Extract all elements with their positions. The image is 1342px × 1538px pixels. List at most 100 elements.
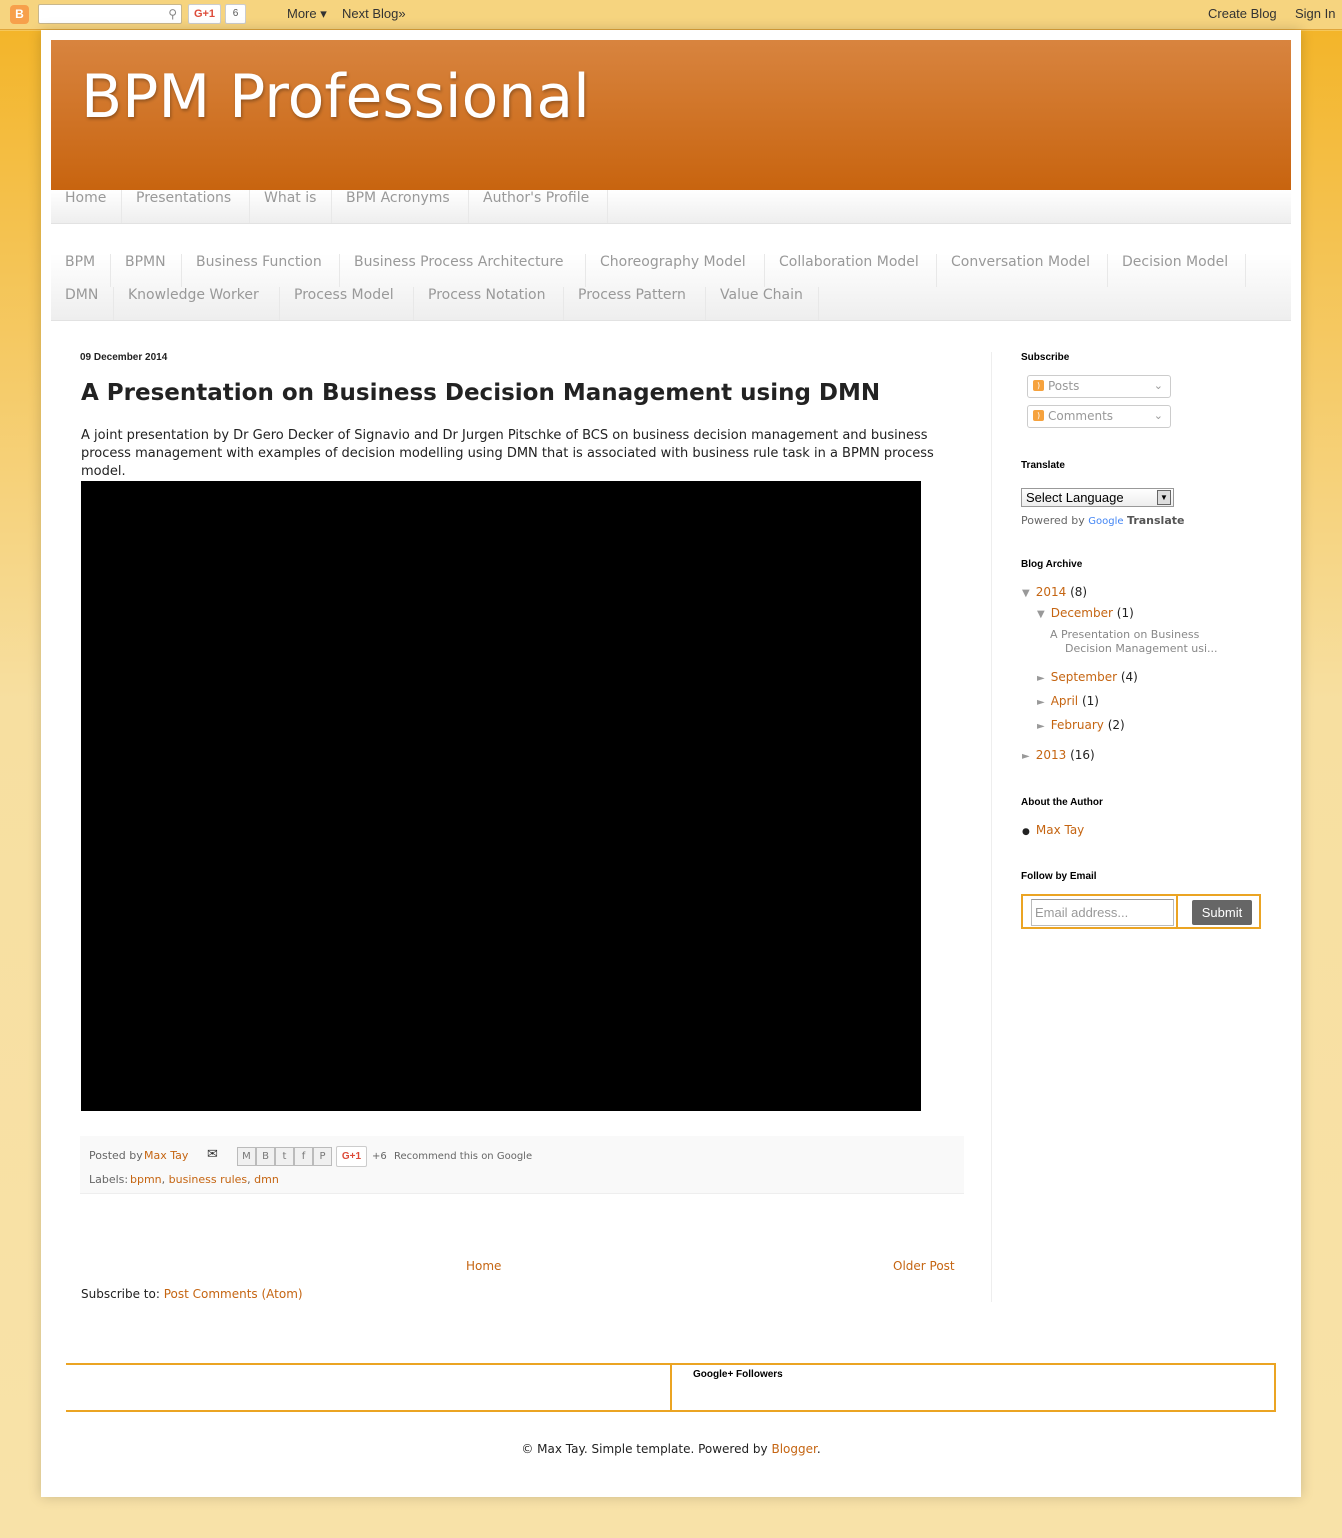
pinterest-icon[interactable]: P [313,1147,332,1166]
post-date: 09 December 2014 [80,352,168,363]
tab-label-business-process-architecture[interactable]: Business Process Architecture [340,254,586,287]
translate-link[interactable]: Translate [1127,514,1184,527]
archive-2013-link[interactable]: 2013 [1036,748,1067,762]
comments-feed-dropdown[interactable]: ) Comments ⌄ [1027,405,1171,428]
archive-year-2014[interactable]: ▼ 2014 (8) [1022,585,1087,599]
email-share-icon[interactable]: M [237,1147,256,1166]
archive-april-link[interactable]: April [1051,694,1078,708]
facebook-icon[interactable]: f [294,1147,313,1166]
expand-triangle-icon[interactable]: ► [1037,721,1045,732]
archive-count: (1) [1116,606,1134,620]
tab-label-knowledge-worker[interactable]: Knowledge Worker [114,287,280,320]
tab-label-process-pattern[interactable]: Process Pattern [564,287,706,320]
collapse-triangle-icon[interactable]: ▼ [1022,588,1030,599]
follow-separator [1176,896,1178,927]
archive-december-link[interactable]: December [1051,606,1113,620]
create-blog-link[interactable]: Create Blog [1208,6,1277,21]
tab-what-is[interactable]: What is [250,190,332,223]
blog-title[interactable]: BPM Professional [81,62,590,132]
chevron-down-icon: ⌄ [1153,379,1163,392]
expand-triangle-icon[interactable]: ► [1037,697,1045,708]
feed-links: Subscribe to: Post Comments (Atom) [81,1287,303,1301]
twitter-icon[interactable]: t [275,1147,294,1166]
gplus-followers-heading: Google+ Followers [693,1369,783,1380]
recommend-text: Recommend this on Google [394,1151,533,1162]
blogthis-icon[interactable]: B [256,1147,275,1166]
tab-label-process-model[interactable]: Process Model [280,287,414,320]
archive-post-line-1: A Presentation on Business [1050,628,1200,641]
posts-feed-label: Posts [1048,379,1080,393]
posts-feed-dropdown[interactable]: ) Posts ⌄ [1027,375,1171,398]
subscribe-heading: Subscribe [1021,352,1070,363]
pager-older-post-link[interactable]: Older Post [893,1259,955,1273]
tab-label-conversation-model[interactable]: Conversation Model [937,254,1108,287]
post-comments-atom-link[interactable]: Post Comments (Atom) [164,1287,303,1301]
gplus-button[interactable]: G+1 [188,4,221,24]
comments-feed-label: Comments [1048,409,1114,423]
archive-count: (4) [1120,670,1138,684]
tab-label-process-notation[interactable]: Process Notation [414,287,564,320]
tab-presentations[interactable]: Presentations [122,190,250,223]
archive-february-link[interactable]: February [1051,718,1104,732]
blogger-logo-icon[interactable]: B [10,5,29,24]
archive-count: (8) [1070,585,1088,599]
archive-month-december[interactable]: ▼ December (1) [1037,606,1134,620]
pager-home-link[interactable]: Home [466,1259,501,1273]
language-select-value: Select Language [1026,490,1124,505]
tab-label-collaboration-model[interactable]: Collaboration Model [765,254,937,287]
email-field[interactable]: Email address... [1031,899,1174,926]
navbar-search-input[interactable]: ⚲ [38,4,182,24]
tab-label-bpmn[interactable]: BPMN [111,254,182,287]
collapse-triangle-icon[interactable]: ▼ [1037,609,1045,620]
google-logo[interactable]: Google [1088,516,1123,527]
archive-post-line-2: Decision Management usi... [1065,642,1218,655]
archive-month-september[interactable]: ► September (4) [1037,670,1138,684]
tab-label-business-function[interactable]: Business Function [182,254,340,287]
archive-month-february[interactable]: ► February (2) [1037,718,1125,732]
sign-in-link[interactable]: Sign In [1295,6,1335,21]
archive-year-2013[interactable]: ► 2013 (16) [1022,748,1095,762]
next-blog-link[interactable]: Next Blog» [342,6,406,21]
search-icon[interactable]: ⚲ [168,7,177,21]
archive-2014-link[interactable]: 2014 [1036,585,1067,599]
email-post-icon[interactable]: ✉ [207,1147,218,1162]
tab-label-choreography-model[interactable]: Choreography Model [586,254,765,287]
archive-month-april[interactable]: ► April (1) [1037,694,1099,708]
tab-label-value-chain[interactable]: Value Chain [706,287,819,320]
follow-email-heading: Follow by Email [1021,871,1097,882]
tab-label-decision-model[interactable]: Decision Model [1108,254,1246,287]
blogger-navbar: B ⚲ G+1 6 More ▾ Next Blog» Create Blog … [0,0,1342,30]
tab-bpm-acronyms[interactable]: BPM Acronyms [332,190,469,223]
archive-september-link[interactable]: September [1051,670,1117,684]
dropdown-arrow-icon[interactable]: ▼ [1157,490,1171,505]
tab-authors-profile[interactable]: Author's Profile [469,190,608,223]
attribution-text: © Max Tay. Simple template. Powered by [521,1442,768,1456]
post-title[interactable]: A Presentation on Business Decision Mana… [81,380,880,406]
about-author-link[interactable]: Max Tay [1036,823,1084,837]
language-select[interactable]: Select Language ▼ [1021,488,1174,507]
pages-tabs: Home Presentations What is BPM Acronyms … [51,190,1291,224]
subscribe-to-label: Subscribe to: [81,1287,160,1301]
posted-by-label: Posted by [89,1149,143,1162]
archive-count: (2) [1107,718,1125,732]
expand-triangle-icon[interactable]: ► [1022,751,1030,762]
tab-home[interactable]: Home [51,190,122,223]
submit-button[interactable]: Submit [1192,900,1252,925]
label-link-business-rules[interactable]: business rules [169,1173,248,1186]
expand-triangle-icon[interactable]: ► [1037,673,1045,684]
post-gplus-button[interactable]: G+1 [336,1146,367,1167]
more-menu[interactable]: More ▾ [287,6,327,22]
label-link-bpmn[interactable]: bpmn [130,1173,162,1186]
powered-by-label: Powered by [1021,514,1085,527]
embedded-video[interactable] [81,481,921,1111]
about-author-item: ● Max Tay [1021,823,1084,837]
tab-label-dmn[interactable]: DMN [51,287,114,320]
tab-label-bpm[interactable]: BPM [51,254,111,287]
label-link-dmn[interactable]: dmn [254,1173,279,1186]
blogger-link[interactable]: Blogger [771,1442,816,1456]
post-author-link[interactable]: Max Tay [144,1149,188,1162]
archive-post-link[interactable]: A Presentation on Business Decision Mana… [1050,628,1240,656]
post-footer: Posted by Max Tay ✉ M B t f P G+1 +6 Rec… [80,1136,964,1194]
column-divider [991,352,992,1302]
archive-count: (16) [1070,748,1095,762]
